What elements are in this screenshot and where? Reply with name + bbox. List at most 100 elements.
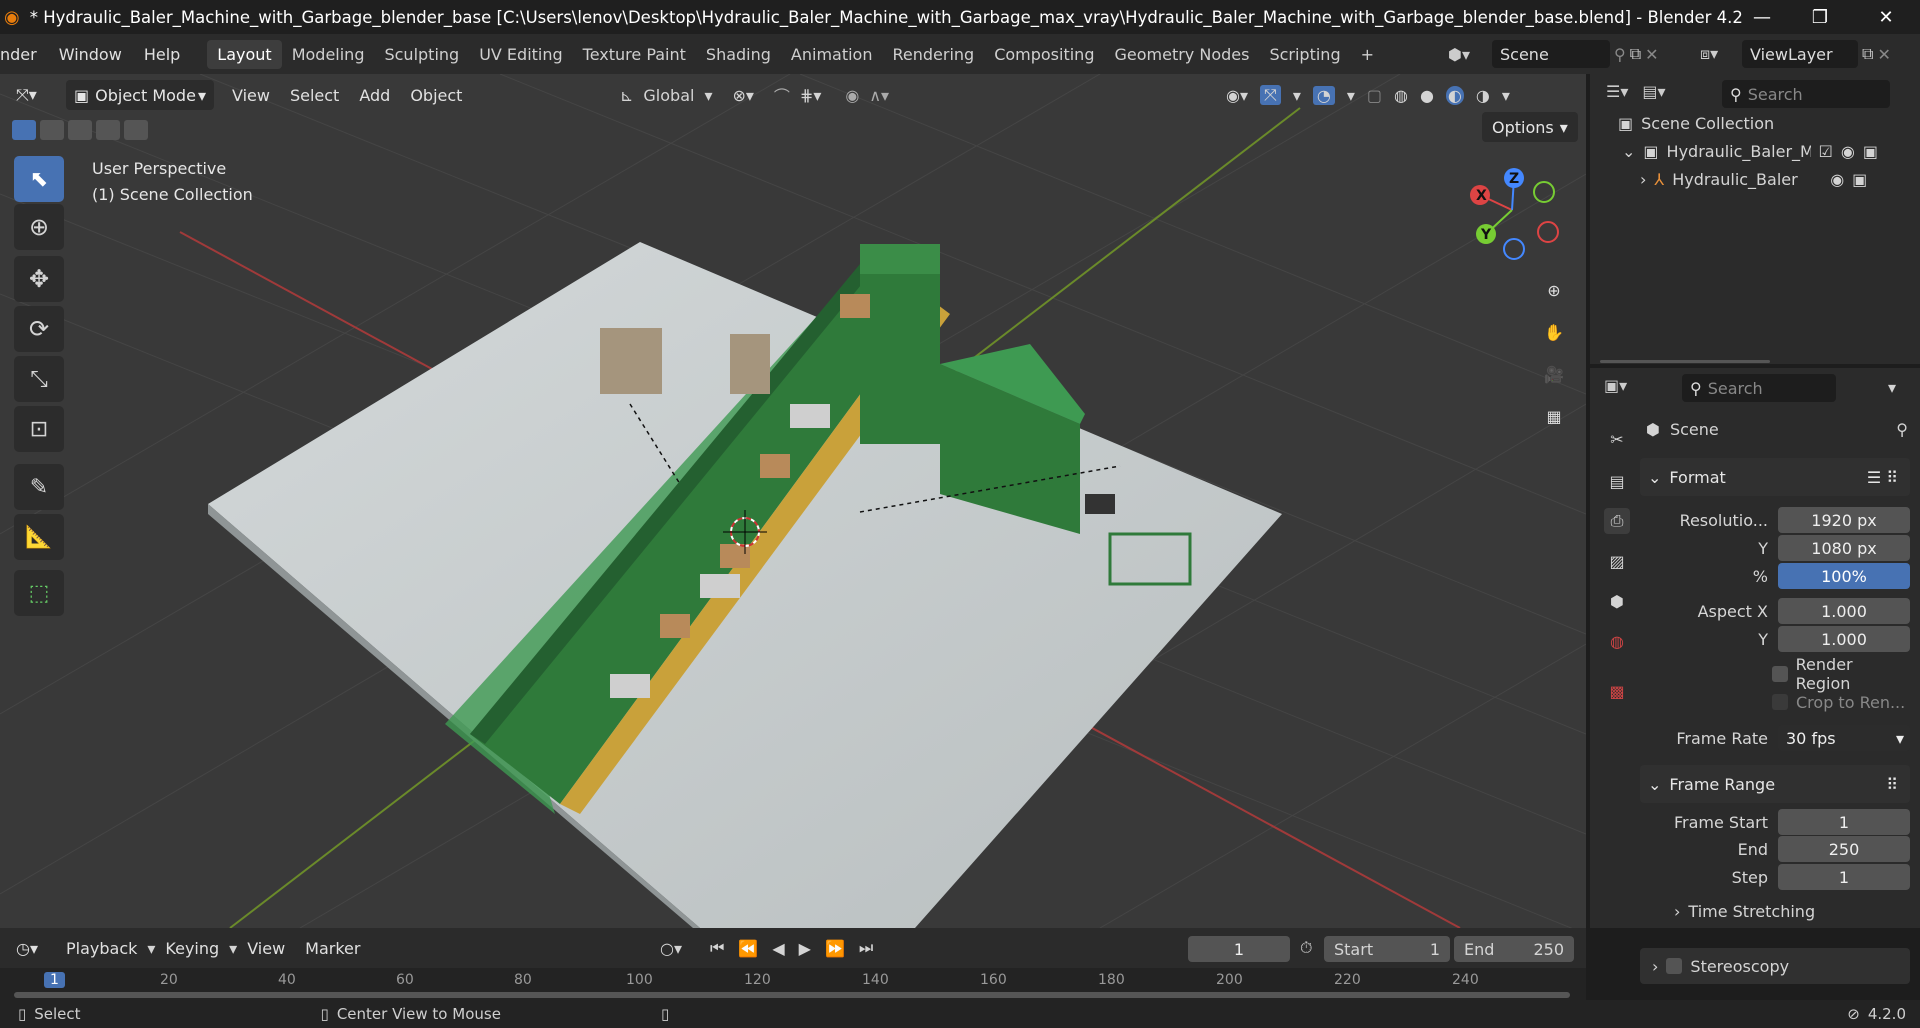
pin-icon[interactable]: ⚲ (1896, 420, 1908, 439)
outliner-scrollbar[interactable] (1600, 360, 1770, 363)
pan-hand-icon[interactable]: ✋ (1536, 314, 1572, 350)
select-extend-icon[interactable] (40, 120, 64, 140)
menu-object[interactable]: Object (400, 86, 472, 105)
tab-shading[interactable]: Shading (696, 40, 781, 69)
time-stretching-subpanel[interactable]: › Time Stretching (1674, 902, 1815, 921)
options-dropdown[interactable]: Options ▾ (1482, 112, 1578, 142)
presets-list-icon[interactable]: ☰ ⠿ (1867, 468, 1898, 487)
chevron-down-icon[interactable]: ▾ (1888, 378, 1896, 397)
jump-start-icon[interactable]: ⏮ (710, 938, 724, 958)
view-layer-tab-icon[interactable]: ▨ (1604, 548, 1630, 574)
viewlayer-name-field[interactable]: ViewLayer (1742, 40, 1858, 68)
select-new-icon[interactable] (12, 120, 36, 140)
render-tab-icon[interactable]: ▤ (1604, 468, 1630, 494)
menu-add[interactable]: Add (349, 86, 400, 105)
measure-tool[interactable]: 📐 (14, 514, 64, 560)
aspect-y-field[interactable]: 1.000 (1778, 626, 1910, 652)
xray-icon[interactable]: ▢ (1367, 86, 1382, 105)
menu-timeline-view[interactable]: View (237, 939, 295, 958)
mode-dropdown[interactable]: ▣ Object Mode ▾ (66, 80, 214, 110)
camera-view-icon[interactable]: 🎥 (1536, 356, 1572, 392)
jump-end-icon[interactable]: ⏭ (859, 938, 873, 958)
visibility-icon[interactable]: ◉▾ (1226, 86, 1248, 105)
tab-sculpting[interactable]: Sculpting (374, 40, 469, 69)
new-scene-icon[interactable]: ⧉ (1630, 44, 1641, 64)
display-mode-icon[interactable]: ▤▾ (1642, 82, 1665, 101)
chevron-right-icon[interactable]: › (1640, 170, 1646, 189)
texture-tab-icon[interactable]: ▩ (1604, 678, 1630, 704)
menu-keying[interactable]: Keying (155, 939, 229, 958)
menu-marker[interactable]: Marker (295, 939, 370, 958)
3d-viewport[interactable]: X Z Y ⤧▾ ▣ Object Mode ▾ View Select Add… (0, 74, 1586, 928)
resolution-x-field[interactable]: 1920 px (1778, 507, 1910, 533)
proportional-edit-icon[interactable]: ◉ (845, 86, 859, 105)
solid-shading-icon[interactable]: ● (1420, 86, 1434, 105)
timeline-ruler[interactable]: 1 20 40 60 80 100 120 140 160 180 200 22… (0, 968, 1586, 1000)
editor-type-icon[interactable]: ⤧▾ (0, 85, 56, 105)
output-tab-icon[interactable]: ⎙ (1604, 508, 1630, 534)
snap-target-icon[interactable]: ⋕▾ (800, 86, 821, 105)
format-panel-header[interactable]: ⌄ Format ☰ ⠿ (1640, 458, 1910, 496)
world-tab-icon[interactable]: ◍ (1604, 628, 1630, 654)
pin-icon[interactable]: ⚲ (1614, 45, 1626, 64)
annotate-tool[interactable]: ✎ (14, 464, 64, 510)
drag-handle-icon[interactable]: ⠿ (1886, 775, 1898, 794)
jump-keyframe-forward-icon[interactable]: ⏩ (825, 939, 845, 958)
properties-editor-icon[interactable]: ▣▾ (1604, 376, 1627, 395)
outliner-editor-icon[interactable]: ☰▾ (1606, 82, 1628, 101)
tab-rendering[interactable]: Rendering (882, 40, 984, 69)
render-region-row[interactable]: Render Region (1648, 655, 1910, 693)
add-workspace-icon[interactable]: + (1351, 40, 1384, 69)
rendered-shading-icon[interactable]: ◑ (1476, 86, 1490, 105)
select-subtract-icon[interactable] (68, 120, 92, 140)
gizmo-toggle-icon[interactable]: ⤧ (1260, 85, 1281, 105)
overlay-toggle-icon[interactable]: ◔ (1312, 85, 1335, 105)
scale-tool[interactable]: ⤡ (14, 356, 64, 402)
tab-modeling[interactable]: Modeling (282, 40, 375, 69)
play-reverse-icon[interactable]: ◀ (772, 939, 784, 958)
eye-icon[interactable]: ◉ (1830, 170, 1844, 189)
frame-start-field[interactable]: 1 (1778, 809, 1910, 835)
current-frame-field[interactable]: 1 (1188, 936, 1290, 962)
orientation-label[interactable]: Global (643, 86, 694, 105)
aspect-x-field[interactable]: 1.000 (1778, 598, 1910, 624)
new-viewlayer-icon[interactable]: ⧉ (1862, 44, 1873, 64)
chevron-down-icon[interactable]: ▾ (1347, 86, 1355, 105)
start-frame-field[interactable]: Start 1 (1324, 936, 1450, 962)
camera-icon[interactable]: ▣ (1863, 142, 1878, 161)
camera-icon[interactable]: ▣ (1852, 170, 1867, 189)
outliner-row-object[interactable]: › ⅄ Hydraulic_Baler ◉ ▣ (1640, 170, 1912, 189)
timeline-editor-icon[interactable]: ◷▾ (0, 939, 56, 958)
scene-icon[interactable]: ⬢▾ (1448, 45, 1488, 64)
tab-texture-paint[interactable]: Texture Paint (573, 40, 696, 69)
exclude-checkbox-icon[interactable]: ☑ (1819, 142, 1833, 161)
frame-step-field[interactable]: 1 (1778, 864, 1910, 890)
falloff-icon[interactable]: ∧▾ (869, 86, 889, 105)
menu-view[interactable]: View (222, 86, 280, 105)
select-intersect-icon[interactable] (124, 120, 148, 140)
stereoscopy-checkbox[interactable] (1666, 958, 1683, 974)
scene-name-field[interactable]: Scene (1492, 40, 1610, 68)
chevron-down-icon[interactable]: ▾ (147, 939, 155, 958)
pivot-icon[interactable]: ⊗▾ (732, 86, 753, 105)
transform-tool[interactable]: ⊡ (14, 406, 64, 452)
properties-search-input[interactable]: ⚲ Search (1682, 374, 1836, 402)
crop-row[interactable]: Crop to Ren... (1648, 688, 1910, 716)
snap-icon[interactable]: ⌒ (774, 83, 790, 107)
menu-select[interactable]: Select (280, 86, 349, 105)
scene-tab-icon[interactable]: ⬢ (1604, 588, 1630, 614)
rotate-tool[interactable]: ⟳ (14, 306, 64, 352)
menu-playback[interactable]: Playback (56, 939, 147, 958)
close-icon[interactable]: ✕ (1856, 0, 1916, 34)
restore-icon[interactable]: ❐ (1790, 0, 1850, 34)
wireframe-shading-icon[interactable]: ◍ (1394, 86, 1408, 105)
material-shading-icon[interactable]: ◐ (1445, 85, 1464, 105)
stereoscopy-panel-header[interactable]: › Stereoscopy (1640, 948, 1910, 984)
select-box-tool[interactable]: ⬉ (14, 156, 64, 202)
outliner-search-input[interactable]: ⚲ Search (1722, 80, 1890, 108)
menu-window[interactable]: Window (48, 45, 133, 64)
render-region-checkbox[interactable] (1772, 666, 1788, 682)
crop-checkbox[interactable] (1772, 694, 1788, 710)
tab-layout[interactable]: Layout (207, 39, 282, 69)
tab-compositing[interactable]: Compositing (984, 40, 1104, 69)
